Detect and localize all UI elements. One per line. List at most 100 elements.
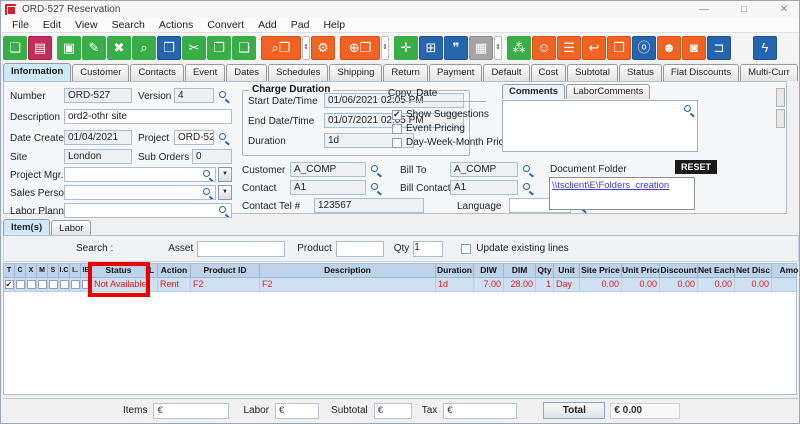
- return-icon[interactable]: ↩: [582, 36, 606, 60]
- cell-discount[interactable]: 0.00: [660, 278, 698, 291]
- contact-search-icon[interactable]: [370, 182, 381, 193]
- customer-field[interactable]: A_COMP: [290, 162, 366, 177]
- description-field[interactable]: ord2-othr site: [64, 109, 232, 124]
- toolbar-separator[interactable]: [732, 36, 752, 60]
- document-folder-link[interactable]: \\tsclient\E\Folders_creation: [550, 178, 694, 193]
- splitter-handle[interactable]: [776, 109, 785, 128]
- items-total-field[interactable]: €: [153, 403, 229, 419]
- toolbar-separator[interactable]: [778, 36, 798, 60]
- clipboard-icon[interactable]: ❒: [607, 36, 631, 60]
- cell-diw[interactable]: 7.00: [474, 278, 504, 291]
- grid-header-dim[interactable]: DIM: [504, 264, 536, 277]
- minimize-button[interactable]: —: [697, 4, 711, 15]
- grid-check-column-header[interactable]: T: [4, 264, 15, 277]
- cell-product-id[interactable]: F2: [191, 278, 260, 291]
- close-button[interactable]: ✕: [777, 4, 791, 15]
- total-button[interactable]: Total: [543, 402, 605, 419]
- main-tab[interactable]: Return: [383, 64, 428, 81]
- project-search-icon[interactable]: [218, 132, 229, 143]
- tab-items[interactable]: Item(s): [3, 219, 50, 235]
- grid-check-column-header[interactable]: I..: [70, 264, 81, 277]
- day-week-month-checkbox[interactable]: [392, 138, 402, 148]
- product-input[interactable]: [336, 241, 384, 257]
- conv-date-label[interactable]: Conv. Date: [388, 88, 437, 99]
- comments-search-icon[interactable]: [683, 104, 694, 115]
- project-mgr-dropdown[interactable]: [218, 167, 232, 182]
- grid-header-diw[interactable]: DIW: [474, 264, 504, 277]
- main-tab[interactable]: Contacts: [130, 64, 184, 81]
- lightning-icon[interactable]: ϟ: [753, 36, 777, 60]
- cell-qty[interactable]: 1: [536, 278, 554, 291]
- grid-header-status[interactable]: Status: [92, 264, 146, 277]
- grid-check-column-header[interactable]: S: [48, 264, 59, 277]
- main-tab[interactable]: Customer: [72, 64, 129, 81]
- main-tab[interactable]: Subtotal: [567, 64, 618, 81]
- cell-net-disc[interactable]: 0.00: [735, 278, 772, 291]
- site-field[interactable]: London: [64, 149, 132, 164]
- row-checkbox[interactable]: [16, 280, 25, 289]
- grid-header-product-id[interactable]: Product ID: [191, 264, 260, 277]
- tax-field[interactable]: €: [443, 403, 517, 419]
- event-pricing-checkbox[interactable]: [392, 124, 402, 134]
- person-add-icon[interactable]: ☻: [657, 36, 681, 60]
- grid-header-description[interactable]: Description: [260, 264, 436, 277]
- main-tab[interactable]: Multi-Curr: [740, 64, 798, 81]
- main-tab[interactable]: Payment: [429, 64, 483, 81]
- grid-header-site-price[interactable]: Site Price: [580, 264, 622, 277]
- grid-header-amount[interactable]: Amou: [772, 264, 800, 277]
- toolbar-separator[interactable]: [257, 36, 260, 60]
- cell-unit[interactable]: Day: [554, 278, 580, 291]
- cell-description[interactable]: F2: [260, 278, 436, 291]
- asset-input[interactable]: [197, 241, 285, 257]
- copy-icon[interactable]: ❐: [207, 36, 231, 60]
- contact-field[interactable]: A1: [290, 180, 366, 195]
- subtotal-field[interactable]: €: [374, 403, 412, 419]
- row-checkbox[interactable]: [71, 280, 80, 289]
- split-arrows-icon[interactable]: ⇕: [302, 36, 310, 60]
- parts-icon[interactable]: ⚙: [311, 36, 335, 60]
- menu-item[interactable]: Convert: [200, 19, 251, 31]
- menu-item[interactable]: Search: [105, 19, 152, 31]
- grid-check-column-header[interactable]: X: [26, 264, 37, 277]
- grid-data-row[interactable]: Not Available Rent F2 F2 1d 7.00 28.00 1…: [4, 278, 796, 292]
- date-created-field[interactable]: 01/04/2021: [64, 130, 132, 145]
- tab-labor-comments[interactable]: LaborComments: [566, 84, 650, 99]
- grid-header-net-each[interactable]: Net Each: [698, 264, 735, 277]
- update-existing-lines-checkbox[interactable]: [461, 244, 471, 254]
- menu-item[interactable]: Help: [316, 19, 352, 31]
- main-tab[interactable]: Cost: [531, 64, 567, 81]
- truck-icon[interactable]: ⊐: [707, 36, 731, 60]
- menu-item[interactable]: View: [68, 19, 105, 31]
- toolbar-separator[interactable]: [336, 36, 339, 60]
- main-tab[interactable]: Dates: [226, 64, 267, 81]
- toolbar-separator[interactable]: [503, 36, 506, 60]
- grid-icon[interactable]: ⊞: [419, 36, 443, 60]
- grid-header-action[interactable]: Action: [158, 264, 191, 277]
- qty-input[interactable]: 1: [413, 241, 443, 257]
- maximize-button[interactable]: □: [737, 4, 751, 15]
- edit-icon[interactable]: ✎: [82, 36, 106, 60]
- duplicate-icon[interactable]: ❐: [157, 36, 181, 60]
- chat-icon[interactable]: ❞: [444, 36, 468, 60]
- cut-icon[interactable]: ✂: [182, 36, 206, 60]
- cell-action[interactable]: Rent: [158, 278, 191, 291]
- search-icon[interactable]: ⌕: [132, 36, 156, 60]
- delete-icon[interactable]: ✖: [107, 36, 131, 60]
- cell-site-price[interactable]: 0.00: [580, 278, 622, 291]
- grid-check-column-header[interactable]: I.C: [59, 264, 70, 277]
- contact-tel-field[interactable]: 123567: [314, 198, 424, 213]
- cell-unit-price[interactable]: 0.00: [622, 278, 660, 291]
- split-arrows-icon[interactable]: ⇕: [494, 36, 502, 60]
- grid-check-column-header[interactable]: C: [15, 264, 26, 277]
- cell-dim[interactable]: 28.00: [504, 278, 536, 291]
- row-checkbox[interactable]: [60, 280, 69, 289]
- print-icon[interactable]: ▤: [28, 36, 52, 60]
- message-icon[interactable]: ⓞ: [632, 36, 656, 60]
- smiley-icon[interactable]: ☺: [532, 36, 556, 60]
- main-tab[interactable]: Schedules: [268, 64, 328, 81]
- grid-header-l[interactable]: L: [146, 264, 158, 277]
- row-select-checkbox[interactable]: [5, 280, 14, 289]
- main-tab[interactable]: Status: [619, 64, 662, 81]
- grid-check-column-header[interactable]: M: [37, 264, 48, 277]
- add-to-cart-icon[interactable]: ⊕❒: [340, 36, 380, 60]
